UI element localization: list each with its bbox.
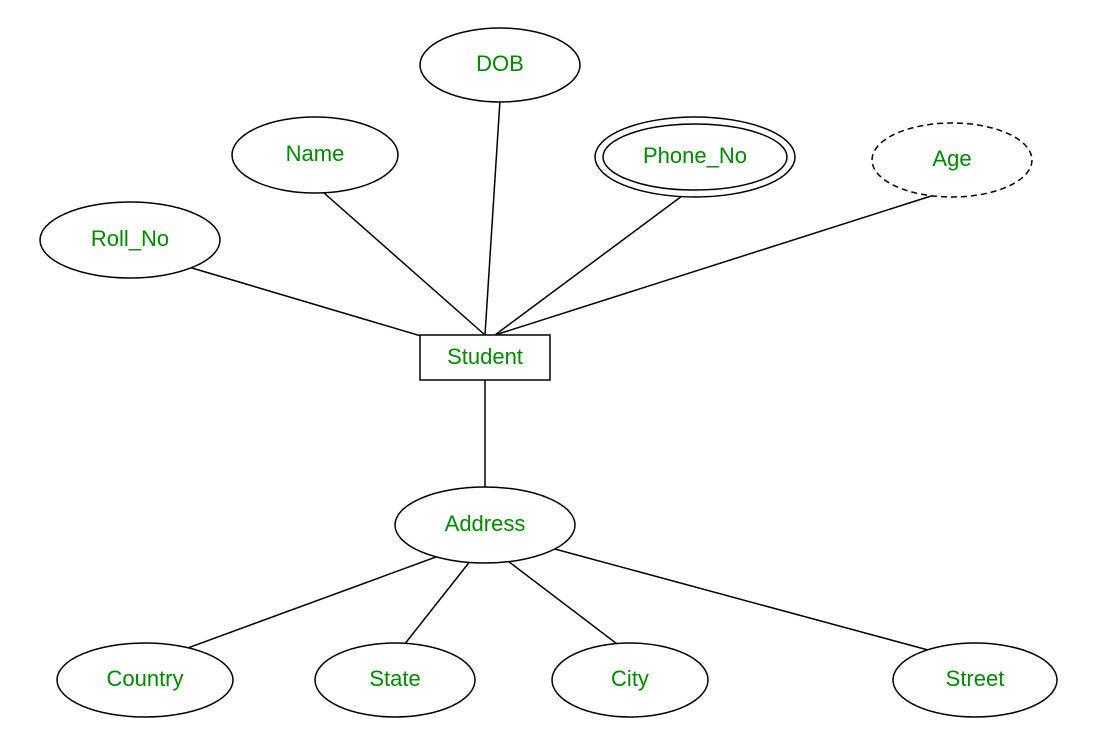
er-diagram: Student Roll_No Name DOB Phone_No Age Ad… <box>0 0 1112 753</box>
edge-student-age <box>495 190 950 335</box>
attr-state-label: State <box>369 666 420 691</box>
attr-street-label: Street <box>946 666 1005 691</box>
attr-city: City <box>552 643 708 717</box>
attr-state: State <box>315 643 475 717</box>
attr-dob: DOB <box>420 28 580 102</box>
attr-address-label: Address <box>445 511 526 536</box>
attr-age-label: Age <box>932 146 971 171</box>
edge-address-street <box>540 545 965 660</box>
attr-street: Street <box>893 643 1057 717</box>
entity-student-label: Student <box>447 344 523 369</box>
attr-country-label: Country <box>106 666 183 691</box>
entity-student: Student <box>420 335 550 380</box>
attr-address: Address <box>395 487 575 563</box>
attr-roll-no-label: Roll_No <box>91 226 169 251</box>
edge-student-dob <box>485 100 500 335</box>
attr-phone-no: Phone_No <box>595 117 795 197</box>
attr-name: Name <box>232 117 398 193</box>
edge-student-phoneno <box>495 190 690 335</box>
attr-country: Country <box>57 643 233 717</box>
attr-name-label: Name <box>286 141 345 166</box>
attr-roll-no: Roll_No <box>40 202 220 278</box>
edge-address-state <box>400 555 475 650</box>
attr-dob-label: DOB <box>476 51 524 76</box>
edge-address-city <box>500 555 625 650</box>
attr-age: Age <box>872 123 1032 197</box>
attr-phone-no-label: Phone_No <box>643 143 747 168</box>
attr-city-label: City <box>611 666 649 691</box>
